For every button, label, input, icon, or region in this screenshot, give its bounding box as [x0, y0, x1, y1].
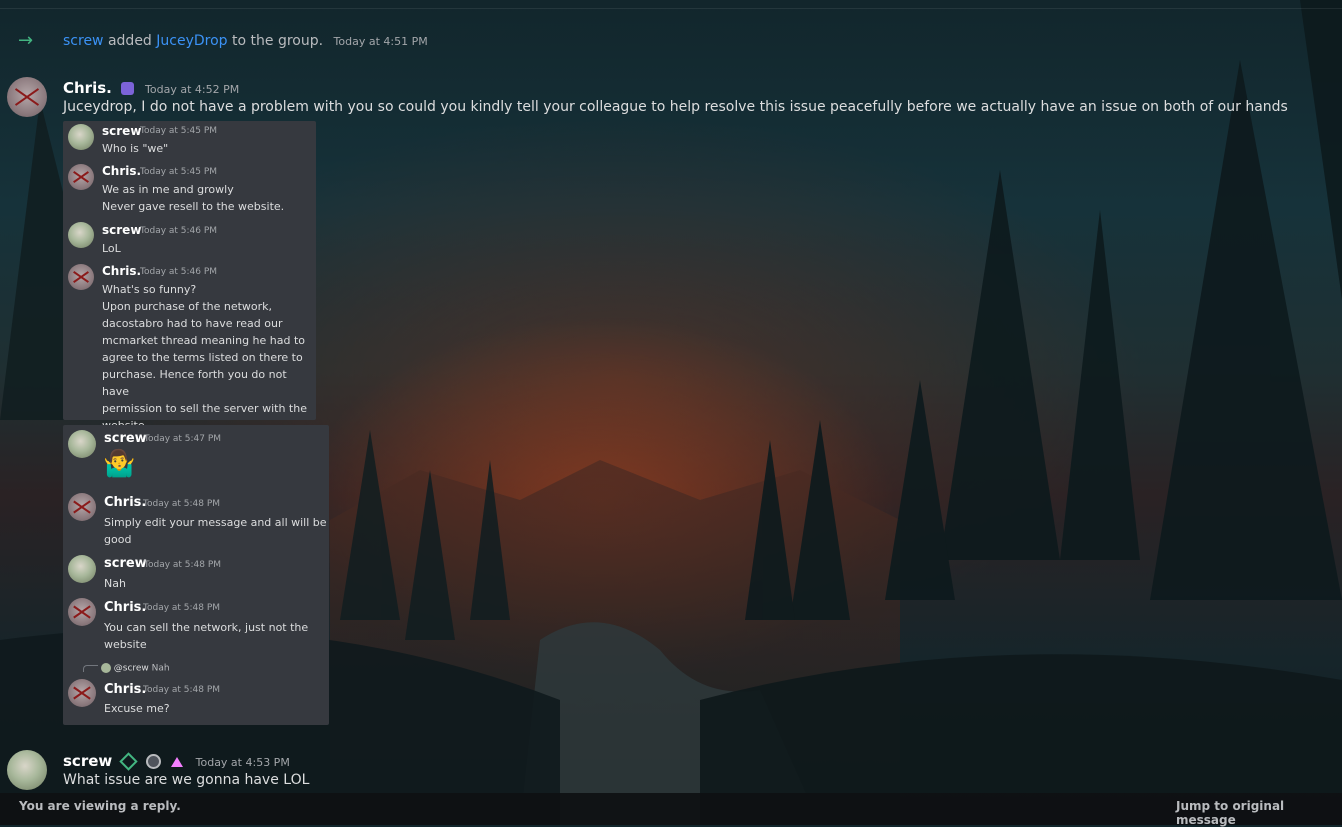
verified-badge-icon[interactable] [119, 752, 139, 771]
system-suffix: to the group. [232, 33, 324, 49]
embedded-line: permission to sell the server with the [102, 402, 307, 415]
system-verb: added [107, 33, 152, 49]
main-message-header: Chris. Today at 4:52 PM [63, 78, 239, 97]
viewing-reply-label: You are viewing a reply. [19, 799, 181, 813]
system-message: → screw added JuceyDrop to the group. To… [0, 30, 1342, 54]
shrug-emoji: 🤷‍♂️ [103, 449, 136, 479]
embedded-author: screw [104, 431, 147, 446]
embedded-line: We as in me and growly [102, 183, 234, 196]
system-actor-link[interactable]: screw [63, 33, 104, 49]
embedded-timestamp: Today at 5:46 PM [140, 267, 218, 277]
embedded-line: You can sell the network, just not the [104, 621, 309, 634]
embedded-timestamp: Today at 5:48 PM [143, 603, 221, 613]
author-name[interactable]: Chris. [63, 79, 112, 97]
avatar-chris [68, 598, 96, 626]
reply-mention: @screw [113, 663, 149, 674]
author-name[interactable]: screw [63, 752, 112, 770]
avatar-chris [68, 264, 94, 290]
embedded-line: Excuse me? [104, 702, 170, 715]
reply-reference: @screw Nah [83, 663, 170, 674]
embedded-author: screw [104, 556, 147, 571]
reply-connector-icon [83, 664, 98, 672]
message-timestamp: Today at 4:53 PM [195, 756, 290, 769]
embedded-timestamp: Today at 5:45 PM [140, 167, 218, 177]
embedded-line: Nah [104, 577, 126, 590]
embedded-timestamp: Today at 5:45 PM [140, 126, 218, 136]
message-timestamp: Today at 4:52 PM [145, 83, 240, 96]
avatar-screw [68, 222, 94, 248]
embedded-author: Chris. [104, 600, 147, 615]
embedded-line: agree to the terms listed on there to [102, 351, 303, 364]
attachment-image-2[interactable]: screw Today at 5:47 PM 🤷‍♂️ Chris. Today… [63, 425, 329, 725]
message-text: Juceydrop, I do not have a problem with … [63, 99, 1288, 115]
embedded-author: screw [102, 124, 142, 138]
embedded-line: purchase. Hence forth you do not have [102, 368, 287, 398]
embedded-timestamp: Today at 5:48 PM [143, 685, 221, 695]
nitro-badge-icon[interactable] [120, 82, 134, 95]
embedded-timestamp: Today at 5:48 PM [144, 560, 222, 570]
reply-mini-avatar [100, 663, 111, 673]
jump-to-original-button[interactable]: Jump to original message [1176, 799, 1342, 827]
avatar-screw[interactable] [7, 750, 47, 790]
avatar-chris[interactable] [7, 77, 47, 117]
embedded-line: website [104, 638, 147, 651]
embedded-author: Chris. [104, 495, 147, 510]
embedded-author: screw [102, 223, 142, 237]
embedded-timestamp: Today at 5:47 PM [144, 434, 222, 444]
attachment-image-1[interactable]: screw Today at 5:45 PM Who is "we" Chris… [63, 121, 316, 432]
avatar-screw [68, 124, 94, 150]
avatar-screw [68, 555, 96, 583]
embedded-author: Chris. [102, 164, 142, 178]
avatar-screw [68, 430, 96, 458]
system-timestamp: Today at 4:51 PM [333, 35, 428, 48]
avatar-chris [68, 164, 94, 190]
boost-badge-icon[interactable] [146, 754, 162, 769]
embedded-line: Simply edit your message and all will be [104, 516, 327, 529]
embedded-line: Who is "we" [102, 142, 169, 155]
embedded-line: LoL [102, 242, 121, 255]
join-arrow-icon: → [18, 30, 34, 51]
avatar-chris [68, 493, 96, 521]
embedded-line: mcmarket thread meaning he had to [102, 334, 306, 347]
embedded-author: Chris. [104, 682, 147, 697]
hypesquad-badge-icon[interactable] [170, 756, 183, 767]
embedded-author: Chris. [102, 264, 142, 278]
reply-message-header: screw Today at 4:53 PM [63, 751, 290, 771]
reply-notice-bar: You are viewing a reply. Jump to origina… [0, 793, 1342, 827]
top-divider [0, 8, 1342, 9]
embedded-line: Never gave resell to the website. [102, 200, 285, 213]
embedded-line: What's so funny? [102, 283, 197, 296]
embedded-timestamp: Today at 5:46 PM [140, 226, 218, 236]
system-target-link[interactable]: JuceyDrop [156, 33, 227, 49]
message-text: What issue are we gonna have LOL [63, 772, 310, 788]
embedded-timestamp: Today at 5:48 PM [143, 499, 221, 509]
embedded-line: Upon purchase of the network, [102, 300, 273, 313]
embedded-line: dacostabro had to have read our [102, 317, 283, 330]
avatar-chris [68, 679, 96, 707]
reply-excerpt: Nah [151, 663, 170, 674]
embedded-line: good [104, 533, 132, 546]
